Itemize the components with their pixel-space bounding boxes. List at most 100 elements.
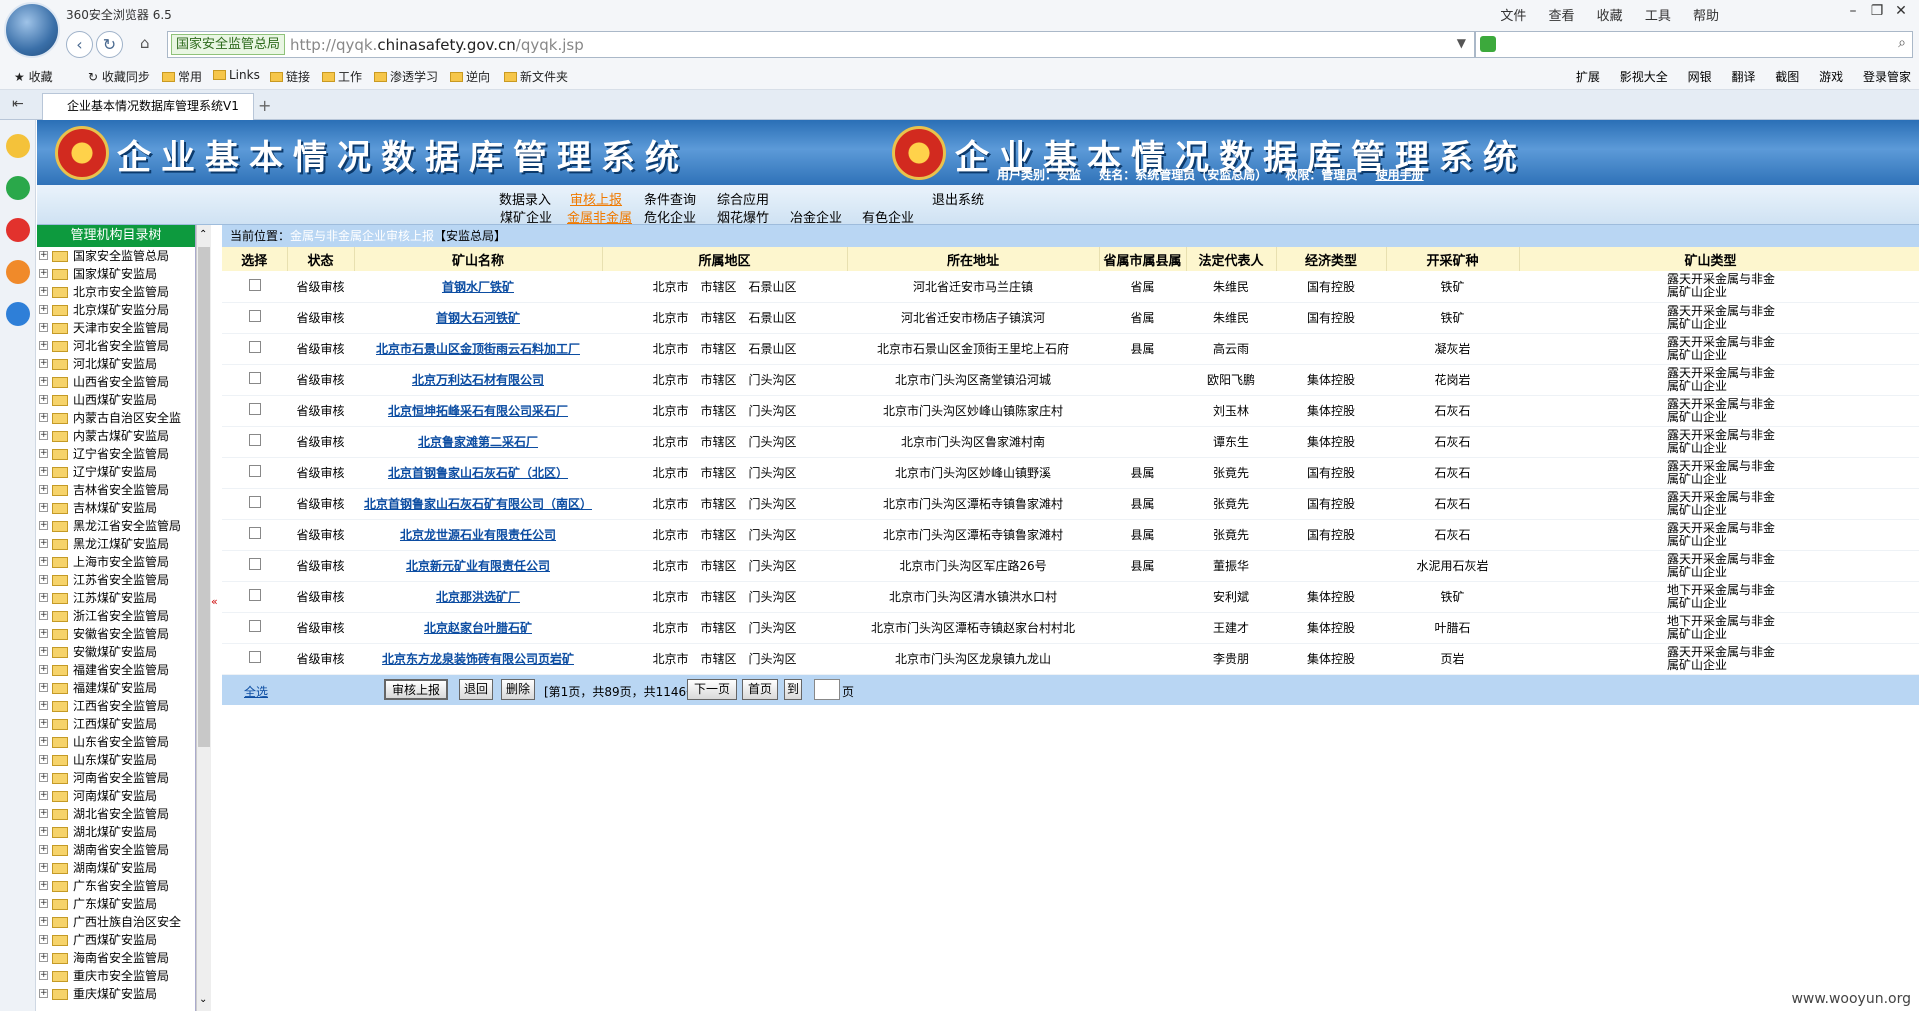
fav-folder-reverse[interactable]: 逆向 <box>450 68 490 85</box>
manual-link[interactable]: 使用手册 <box>1376 168 1424 182</box>
submenu-fireworks[interactable]: 烟花爆竹 <box>717 207 769 226</box>
tree-item[interactable]: + 海南省安全监管局 <box>37 949 195 967</box>
tree-item[interactable]: + 湖北煤矿安监局 <box>37 823 195 841</box>
expand-plus-icon[interactable]: + <box>39 521 48 530</box>
delete-button[interactable]: 删除 <box>501 678 535 700</box>
menu-file[interactable]: 文件 <box>1500 9 1526 24</box>
expand-plus-icon[interactable]: + <box>39 449 48 458</box>
expand-plus-icon[interactable]: + <box>39 503 48 512</box>
tree-item[interactable]: + 江西省安全监管局 <box>37 697 195 715</box>
tool-games[interactable]: 游戏 <box>1819 70 1843 84</box>
fav-folder-links[interactable]: Links <box>213 68 260 82</box>
fav-folder-link[interactable]: 链接 <box>270 68 310 85</box>
tool-extensions[interactable]: 扩展 <box>1576 70 1600 84</box>
tree-item[interactable]: + 北京煤矿安监分局 <box>37 301 195 319</box>
mine-name-link[interactable]: 北京市石景山区金顶街雨云石料加工厂 <box>376 342 580 356</box>
tab-active[interactable]: 企业基本情况数据库管理系统V1 <box>42 93 254 120</box>
row-checkbox[interactable] <box>248 403 261 415</box>
row-checkbox[interactable] <box>248 589 261 601</box>
tree-item[interactable]: + 江苏煤矿安监局 <box>37 589 195 607</box>
tree-item[interactable]: + 广东省安全监管局 <box>37 877 195 895</box>
goto-button[interactable]: 到 <box>784 678 802 700</box>
return-button[interactable]: 退回 <box>459 678 493 700</box>
mine-name-link[interactable]: 北京恒坤拓峰采石有限公司采石厂 <box>388 404 568 418</box>
tree-item[interactable]: + 山东省安全监管局 <box>37 733 195 751</box>
expand-plus-icon[interactable]: + <box>39 539 48 548</box>
menu-integrated-app[interactable]: 综合应用 <box>717 189 769 208</box>
mine-name-link[interactable]: 首钢水厂铁矿 <box>442 280 514 294</box>
tree-item[interactable]: + 国家煤矿安监局 <box>37 265 195 283</box>
tree-item[interactable]: + 山东煤矿安监局 <box>37 751 195 769</box>
app-icon[interactable] <box>6 260 30 284</box>
expand-plus-icon[interactable]: + <box>39 809 48 818</box>
row-checkbox[interactable] <box>248 310 261 322</box>
mine-name-link[interactable]: 北京新元矿业有限责任公司 <box>406 559 550 573</box>
tree-item[interactable]: + 河南省安全监管局 <box>37 769 195 787</box>
expand-plus-icon[interactable]: + <box>39 305 48 314</box>
tree-item[interactable]: + 重庆市安全监管局 <box>37 967 195 985</box>
tree-item[interactable]: + 重庆煤矿安监局 <box>37 985 195 1003</box>
back-icon[interactable]: ‹ <box>66 31 93 58</box>
tree-item[interactable]: + 湖南省安全监管局 <box>37 841 195 859</box>
submit-report-button[interactable]: 审核上报 <box>384 678 448 700</box>
row-checkbox[interactable] <box>248 496 261 508</box>
expand-plus-icon[interactable]: + <box>39 791 48 800</box>
scroll-thumb[interactable] <box>198 247 210 747</box>
tree-item[interactable]: + 国家安全监管总局 <box>37 247 195 265</box>
expand-plus-icon[interactable]: + <box>39 467 48 476</box>
tree-item[interactable]: + 江苏省安全监管局 <box>37 571 195 589</box>
expand-plus-icon[interactable]: + <box>39 431 48 440</box>
tree-item[interactable]: + 江西煤矿安监局 <box>37 715 195 733</box>
tree-item[interactable]: + 吉林省安全监管局 <box>37 481 195 499</box>
tree-item[interactable]: + 天津市安全监管局 <box>37 319 195 337</box>
tree-item[interactable]: + 上海市安全监管局 <box>37 553 195 571</box>
tool-bank[interactable]: 网银 <box>1688 70 1712 84</box>
tree-item[interactable]: + 内蒙古自治区安全监 <box>37 409 195 427</box>
tree-item[interactable]: + 浙江省安全监管局 <box>37 607 195 625</box>
tree-item[interactable]: + 北京市安全监管局 <box>37 283 195 301</box>
home-icon[interactable]: ⌂ <box>140 34 150 52</box>
tree-item[interactable]: + 辽宁煤矿安监局 <box>37 463 195 481</box>
tree-item[interactable]: + 广西壮族自治区安全 <box>37 913 195 931</box>
fav-sync[interactable]: ↻ 收藏同步 <box>88 68 150 85</box>
tree-item[interactable]: + 安徽煤矿安监局 <box>37 643 195 661</box>
expand-plus-icon[interactable]: + <box>39 251 48 260</box>
expand-plus-icon[interactable]: + <box>39 413 48 422</box>
menu-tools[interactable]: 工具 <box>1645 9 1671 24</box>
row-checkbox[interactable] <box>248 620 261 632</box>
search-input[interactable]: ⌕ <box>1475 31 1913 58</box>
fav-folder-common[interactable]: 常用 <box>162 68 202 85</box>
expand-plus-icon[interactable]: + <box>39 287 48 296</box>
mine-name-link[interactable]: 北京赵家台叶腊石矿 <box>424 621 532 635</box>
next-page-button[interactable]: 下一页 <box>687 678 737 700</box>
fav-folder-pentest[interactable]: 渗透学习 <box>374 68 438 85</box>
expand-plus-icon[interactable]: + <box>39 935 48 944</box>
restore-icon[interactable]: ❐ <box>1865 3 1889 19</box>
menu-data-entry[interactable]: 数据录入 <box>499 189 551 208</box>
menu-exit[interactable]: 退出系统 <box>932 189 984 208</box>
tree-item[interactable]: + 福建省安全监管局 <box>37 661 195 679</box>
tree-item[interactable]: + 河北煤矿安监局 <box>37 355 195 373</box>
expand-plus-icon[interactable]: + <box>39 719 48 728</box>
first-page-button[interactable]: 首页 <box>742 678 778 700</box>
weibo-icon[interactable] <box>6 218 30 242</box>
expand-plus-icon[interactable]: + <box>39 917 48 926</box>
tree-item[interactable]: + 广西煤矿安监局 <box>37 931 195 949</box>
expand-plus-icon[interactable]: + <box>39 629 48 638</box>
expand-plus-icon[interactable]: + <box>39 611 48 620</box>
submenu-nonferrous[interactable]: 有色企业 <box>862 207 914 226</box>
menu-audit-report[interactable]: 审核上报 <box>570 189 622 208</box>
tree-item[interactable]: + 内蒙古煤矿安监局 <box>37 427 195 445</box>
select-all-link[interactable]: 全选 <box>244 683 268 700</box>
menu-condition-query[interactable]: 条件查询 <box>644 189 696 208</box>
expand-plus-icon[interactable]: + <box>39 665 48 674</box>
menu-favorites[interactable]: 收藏 <box>1597 9 1623 24</box>
mine-name-link[interactable]: 北京东方龙泉装饰砖有限公司页岩矿 <box>382 652 574 666</box>
expand-plus-icon[interactable]: + <box>39 827 48 836</box>
expand-plus-icon[interactable]: + <box>39 845 48 854</box>
page-number-input[interactable] <box>814 678 840 700</box>
fav-folder-new[interactable]: 新文件夹 <box>504 68 568 85</box>
mine-name-link[interactable]: 北京龙世源石业有限责任公司 <box>400 528 556 542</box>
expand-plus-icon[interactable]: + <box>39 377 48 386</box>
tree-scrollbar[interactable]: ⌃ ⌄ <box>196 225 211 1011</box>
